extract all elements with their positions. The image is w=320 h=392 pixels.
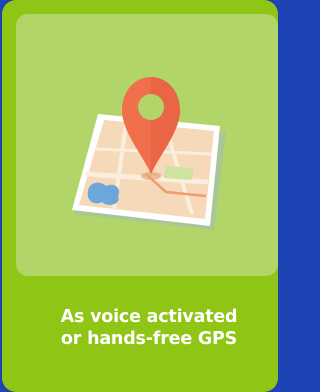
caption-line-1: As voice activated bbox=[60, 307, 238, 327]
feature-image bbox=[16, 14, 278, 276]
map-location-pin-icon bbox=[72, 77, 226, 230]
caption-line-2: or hands-free GPS bbox=[60, 329, 238, 349]
feature-card[interactable]: As voice activated or hands-free GPS bbox=[2, 0, 278, 392]
feature-caption: As voice activated or hands-free GPS bbox=[24, 306, 274, 350]
page: As voice activated or hands-free GPS bbox=[0, 0, 278, 392]
